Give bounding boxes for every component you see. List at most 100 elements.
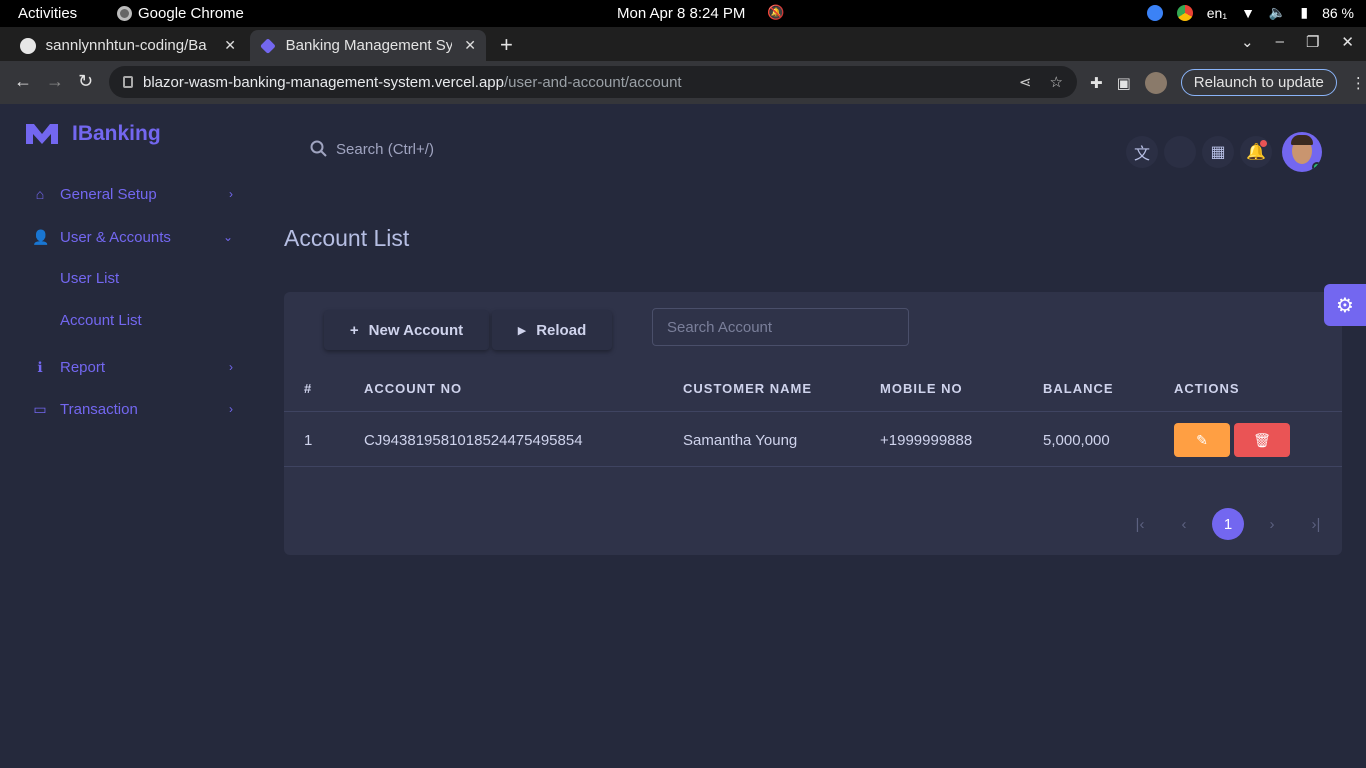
maximize-icon[interactable]: ❐ (1306, 33, 1319, 51)
delete-button[interactable]: 🗑 (1234, 423, 1290, 457)
close-tab-icon[interactable]: ✕ (224, 37, 236, 54)
window-controls: ⌄ – ❐ ✕ (1241, 33, 1354, 51)
first-page-icon[interactable]: |‹ (1118, 508, 1162, 540)
mobile-number: +1999999888 (880, 432, 973, 449)
tray-app-icon (1146, 4, 1163, 21)
minimize-icon[interactable]: – (1276, 33, 1284, 51)
sidebar-item-user-accounts[interactable]: 👤 User & Accounts ⌄ (32, 222, 237, 252)
side-panel-icon[interactable]: ▣ (1117, 74, 1131, 92)
close-tab-icon[interactable]: ✕ (464, 37, 476, 54)
previous-page-icon[interactable]: ‹ (1162, 508, 1206, 540)
column-header: ACTIONS (1174, 381, 1240, 396)
chevron-right-icon: › (229, 402, 233, 416)
app-menu[interactable]: Google Chrome (117, 5, 244, 22)
search-icon (310, 140, 327, 157)
plus-icon: + (349, 321, 359, 339)
edit-icon: ✎ (1196, 431, 1208, 448)
pagination: |‹ ‹ 1 › ›| (1118, 508, 1338, 540)
grid-apps-icon[interactable]: ▦ (1202, 136, 1234, 168)
sidebar-item-report[interactable]: ℹ Report › (32, 352, 237, 382)
menu-kebab-icon[interactable]: ⋮ (1351, 74, 1366, 92)
chevron-down-icon: ⌄ (222, 230, 233, 244)
column-header[interactable]: CUSTOMER NAME (683, 381, 812, 396)
new-account-button[interactable]: + New Account (324, 310, 489, 350)
battery-icon: ▮ (1300, 4, 1309, 20)
profile-avatar[interactable] (1144, 71, 1167, 94)
new-tab-button[interactable]: + (500, 32, 513, 58)
tab-banking[interactable]: Banking Management Sy ✕ (250, 30, 486, 61)
sidebar-subitem-user-list[interactable]: User List (60, 270, 119, 287)
relaunch-button[interactable]: Relaunch to update (1180, 69, 1337, 96)
balance: 5,000,000 (1043, 432, 1110, 449)
logo-icon (26, 124, 58, 144)
sidebar-item-general-setup[interactable]: ⌂ General Setup › (32, 179, 237, 209)
translate-icon[interactable]: 文 (1126, 136, 1158, 168)
reload-label: Reload (536, 321, 587, 339)
chrome-icon (117, 6, 132, 21)
chevron-right-icon: › (229, 187, 233, 201)
trash-icon: 🗑 (1253, 431, 1271, 448)
row-number: 1 (304, 432, 313, 449)
system-tray[interactable]: en₁ ▼ 🔈 ▮ 86 % (1146, 4, 1354, 21)
table-header: # ACCOUNT NO CUSTOMER NAME MOBILE NO BAL… (284, 368, 1342, 412)
language-indicator: en₁ (1206, 4, 1228, 21)
sidebar-item-label: Transaction (60, 400, 138, 418)
chevron-right-icon: › (229, 360, 233, 374)
banking-favicon-icon (259, 37, 276, 54)
page-title: Account List (284, 225, 410, 251)
share-icon[interactable]: ⋖ (1019, 73, 1032, 91)
tab-search-icon[interactable]: ⌄ (1241, 33, 1254, 51)
sidebar-item-label: General Setup (60, 185, 157, 203)
tab-github[interactable]: sannlynnhtun-coding/Ba ✕ (10, 30, 246, 61)
brand[interactable]: IBanking (26, 122, 161, 146)
clock[interactable]: Mon Apr 8 8:24 PM (617, 5, 745, 22)
tab-title: Banking Management Sy (285, 37, 453, 54)
info-icon: ℹ (37, 358, 43, 375)
customer-name: Samantha Young (683, 432, 798, 449)
forward-icon[interactable]: → (46, 71, 64, 92)
play-icon: ▶ (517, 324, 527, 337)
column-header[interactable]: MOBILE NO (880, 381, 963, 396)
online-status-dot (1312, 162, 1322, 172)
sidebar-item-label: Report (60, 358, 106, 376)
search-account-input[interactable] (652, 308, 909, 346)
extensions-icon[interactable]: ✚ (1090, 74, 1103, 92)
next-page-icon[interactable]: › (1250, 508, 1294, 540)
sidebar-subitem-account-list[interactable]: Account List (60, 312, 142, 329)
account-list-card: + New Account ▶ Reload # ACCOUNT NO CUST… (284, 292, 1342, 555)
theme-toggle-icon[interactable] (1164, 136, 1196, 168)
bookmark-star-icon[interactable]: ☆ (1050, 73, 1063, 91)
sidebar-item-label: User & Accounts (60, 228, 171, 246)
edit-button[interactable]: ✎ (1174, 423, 1230, 457)
global-search[interactable]: Search (Ctrl+/) (310, 140, 434, 158)
battery-level: 86 % (1322, 4, 1354, 21)
user-icon: 👤 (32, 228, 50, 245)
sidebar-item-transaction[interactable]: ▭ Transaction › (32, 394, 237, 424)
address-bar[interactable]: blazor-wasm-banking-management-system.ve… (109, 66, 1077, 98)
tab-title: sannlynnhtun-coding/Ba (45, 37, 207, 54)
wifi-icon: ▼ (1241, 4, 1255, 21)
back-icon[interactable]: ← (14, 71, 32, 92)
column-header[interactable]: ACCOUNT NO (364, 381, 462, 396)
notifications-muted-icon: 🔕 (767, 4, 785, 20)
reload-button[interactable]: ▶ Reload (492, 310, 612, 350)
notification-bell-icon[interactable]: 🔔 (1240, 136, 1272, 168)
browser-tab-strip: sannlynnhtun-coding/Ba ✕ Banking Managem… (0, 27, 1366, 61)
activities-button[interactable]: Activities (18, 5, 77, 22)
app-area: IBanking ⌂ General Setup › 👤 User & Acco… (0, 104, 1366, 768)
last-page-icon[interactable]: ›| (1294, 508, 1338, 540)
credit-card-icon: ▭ (33, 400, 47, 417)
page-number[interactable]: 1 (1212, 508, 1244, 540)
lock-icon (123, 76, 133, 88)
settings-gear-button[interactable]: ⚙ (1324, 284, 1366, 326)
column-header: # (304, 381, 313, 396)
column-header[interactable]: BALANCE (1043, 381, 1114, 396)
close-window-icon[interactable]: ✕ (1341, 33, 1354, 51)
account-number: CJ943819581018524475495854 (364, 432, 583, 449)
user-avatar[interactable] (1282, 132, 1322, 172)
url-path: /user-and-account/account (503, 73, 682, 91)
reload-page-icon[interactable]: ↻ (78, 71, 93, 92)
sidebar: IBanking ⌂ General Setup › 👤 User & Acco… (0, 104, 260, 768)
home-icon: ⌂ (35, 186, 45, 202)
chrome-tray-icon (1176, 4, 1193, 21)
